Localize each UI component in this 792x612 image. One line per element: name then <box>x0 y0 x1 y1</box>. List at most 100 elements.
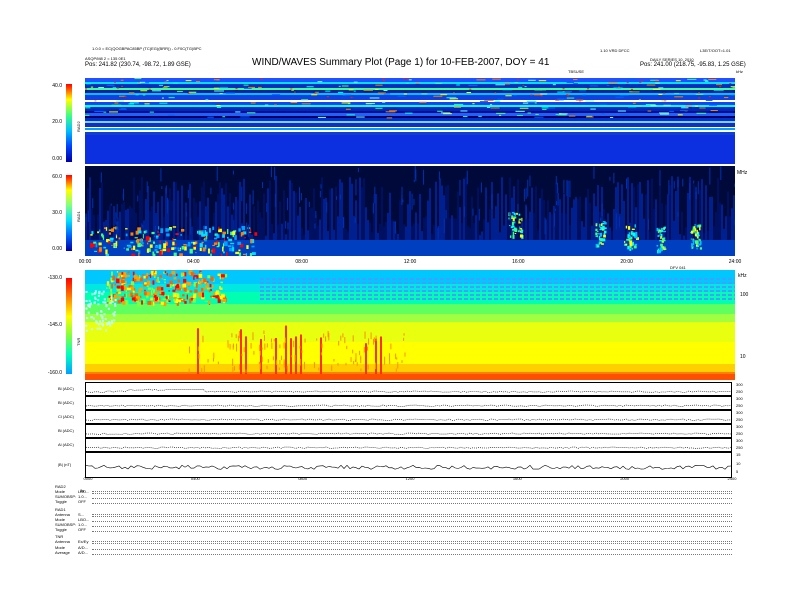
tnr-speckle <box>283 342 285 349</box>
tnr-burst-pixel <box>106 287 108 289</box>
tnr-wedge-pixel <box>109 301 112 304</box>
mid-axis-tick-label: 24:00 <box>728 259 742 265</box>
rad2-speckle <box>518 86 523 88</box>
rad1-burst-pixel <box>693 241 695 246</box>
rad2-speckle <box>495 84 505 86</box>
rad1-burst-pixel <box>172 241 175 246</box>
tnr-dash <box>314 286 318 288</box>
tnr-wedge-pixel <box>90 328 93 331</box>
rad2-speckle <box>243 87 252 89</box>
rad1-burst-pixel <box>175 233 179 236</box>
tnr-dash <box>506 282 510 284</box>
tnr-dash <box>638 282 642 284</box>
strip-right-tick: 5 <box>736 469 739 475</box>
rad1-burst-pixel <box>512 231 515 236</box>
rad1-burst-pixel <box>631 232 633 236</box>
rad2-speckle <box>346 114 355 116</box>
rad2-speckle <box>496 112 506 114</box>
tnr-wedge-pixel <box>104 329 107 332</box>
tnr-dash <box>434 278 438 280</box>
tnr-burst-pixel <box>173 277 177 280</box>
tnr-dash <box>512 290 516 292</box>
rad2-speckle <box>472 103 475 105</box>
rad1-burst-pixel <box>208 248 210 254</box>
tnr-dash <box>608 282 612 284</box>
tnr-burst-pixel <box>157 286 162 291</box>
rad2-band <box>85 82 735 84</box>
tnr-dash <box>344 298 348 300</box>
rad1-burst-pixel <box>183 243 187 246</box>
rad1-faint-streak <box>554 212 556 227</box>
mid-axis-tick-label: 16:00 <box>512 259 525 265</box>
tnr-speckle <box>263 335 265 341</box>
info-row-key: Average <box>55 549 70 555</box>
rad2-hot-speck <box>626 82 629 84</box>
rad2-speckle <box>90 86 94 88</box>
rad2-speckle <box>516 114 523 116</box>
rad2-speckle <box>435 83 442 85</box>
rad2-speckle <box>397 95 406 97</box>
info-dotted-row <box>92 520 732 522</box>
rad1-burst-pixel <box>160 228 164 234</box>
tnr-dash <box>614 294 618 296</box>
tnr-dash <box>578 282 582 284</box>
tnr-wedge-pixel <box>108 322 111 325</box>
tnr-dash <box>332 286 336 288</box>
tnr-dash <box>620 282 624 284</box>
rad1-faint-streak <box>438 171 440 180</box>
tnr-dash <box>338 290 342 292</box>
tnr-dash <box>272 286 276 288</box>
tnr-dash <box>308 294 312 296</box>
rad1-burst-pixel <box>699 247 703 250</box>
tnr-dash <box>650 294 654 296</box>
header-right-line3: Pos: 241.00 (218.75, -95.83, 1.25 GSE) <box>640 62 746 68</box>
rad2-hot-speck <box>406 78 409 80</box>
tnr-dash <box>608 286 612 288</box>
rad2-speckle <box>497 98 504 100</box>
tnr-dash <box>296 278 300 280</box>
tnr-burst-pixel <box>185 288 187 292</box>
rad1-burst-pixel <box>158 244 162 250</box>
tnr-speckle <box>266 365 268 370</box>
tnr-burst-pixel <box>139 277 143 282</box>
tnr-dash <box>536 286 540 288</box>
tnr-dash <box>608 294 612 296</box>
tnr-wedge-pixel <box>94 290 97 293</box>
rad1-burst-pixel <box>92 243 95 247</box>
tnr-burst-pixel <box>127 271 130 274</box>
tnr-burst-pixel <box>147 280 151 286</box>
rad2-speckle <box>152 90 161 92</box>
rad1-burst-pixel <box>163 243 167 249</box>
tnr-burst-pixel <box>130 292 133 297</box>
rad1-burst-pixel <box>694 233 698 237</box>
page-title: WIND/WAVES Summary Plot (Page 1) for 10-… <box>252 57 550 68</box>
tnr-dash <box>530 298 534 300</box>
tnr-wedge-pixel <box>87 304 90 307</box>
rad1-faint-streak <box>342 217 344 228</box>
rad1-faint-streak <box>241 186 243 202</box>
rad1-burst-pixel <box>167 248 171 253</box>
tnr-dash <box>710 298 714 300</box>
rad2-speckle <box>478 115 482 117</box>
bottom-axis-tick-label: 0800 <box>298 476 308 481</box>
tnr-wedge-pixel <box>101 293 104 296</box>
rad1-faint-streak <box>216 166 218 181</box>
tnr-burst-pixel <box>122 301 126 305</box>
tnr-dash <box>296 286 300 288</box>
rad1-burst-pixel <box>238 252 242 256</box>
tnr-burst-pixel <box>172 289 176 292</box>
tnr-dash <box>722 294 726 296</box>
tnr-dash <box>320 290 324 292</box>
rad1-burst-pixel <box>199 247 202 252</box>
strip-right-tick: 300 <box>736 438 743 443</box>
rad2-band <box>85 84 735 88</box>
tnr-dash <box>626 278 630 280</box>
tnr-dash <box>374 298 378 300</box>
tnr-dash <box>674 282 678 284</box>
tnr-dash <box>272 298 276 300</box>
rad1-burst-pixel <box>509 225 511 227</box>
rad1-faint-streak <box>463 206 465 217</box>
tnr-dash <box>704 290 708 292</box>
tnr-dash <box>494 298 498 300</box>
rad1-burst-pixel <box>157 234 161 236</box>
